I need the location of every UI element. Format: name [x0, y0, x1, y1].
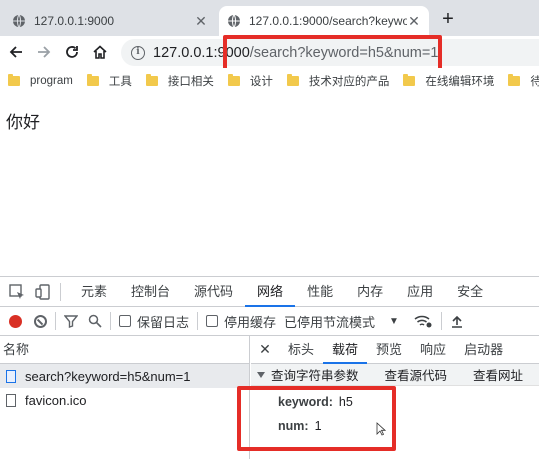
device-toolbar-icon[interactable] — [34, 283, 52, 301]
wifi-settings-icon[interactable] — [413, 313, 433, 329]
folder-icon — [286, 74, 299, 86]
globe-icon — [13, 14, 25, 28]
page-greeting: 你好 — [6, 113, 40, 132]
query-param-row: num: 1 — [251, 414, 539, 438]
bookmark-folder[interactable]: 技术对应的产品 — [286, 73, 389, 89]
divider — [197, 312, 199, 330]
bookmark-folder[interactable]: 接口相关 — [145, 73, 214, 89]
dropdown-arrow-icon: ▼ — [389, 315, 399, 327]
info-icon[interactable]: i — [131, 45, 145, 60]
document-icon — [6, 369, 16, 383]
folder-icon — [8, 74, 20, 86]
bookmark-folder[interactable]: 设计 — [227, 73, 273, 89]
param-key: num: — [278, 419, 309, 433]
folder-icon — [403, 74, 416, 86]
param-key: keyword: — [278, 395, 333, 409]
request-row[interactable]: search?keyword=h5&num=1 — [0, 364, 249, 388]
close-icon[interactable]: ✕ — [251, 341, 279, 358]
query-param-row: keyword: h5 — [251, 390, 539, 414]
browser-tab-2[interactable]: 127.0.0.1:9000/search?keyword ✕ — [219, 6, 429, 36]
divider — [55, 312, 56, 330]
query-params-section-header[interactable]: 查询字符串参数 查看源代码 查看网址 — [251, 364, 539, 386]
reload-button[interactable] — [60, 40, 84, 64]
url-host: 127.0.0.1:9000 — [153, 44, 250, 61]
divider — [60, 282, 61, 301]
tab-sources[interactable]: 源代码 — [182, 277, 245, 307]
view-source-link[interactable]: 查看源代码 — [385, 365, 448, 384]
file-icon — [6, 393, 16, 407]
tab-payload[interactable]: 载荷 — [323, 336, 368, 364]
browser-tab-1[interactable]: 127.0.0.1:9000 ✕ — [4, 6, 216, 36]
page-content: 你好 — [0, 94, 539, 276]
close-tab-icon[interactable]: ✕ — [194, 13, 208, 30]
bookmarks-bar: program 工具 接口相关 设计 技术对应的产品 在线编辑环境 待整理 — [0, 68, 539, 94]
reload-icon — [66, 46, 78, 58]
folder-icon — [145, 74, 158, 86]
record-icon[interactable] — [9, 314, 22, 328]
request-row[interactable]: favicon.ico — [0, 388, 249, 412]
tab-title: 127.0.0.1:9000 — [34, 14, 115, 28]
folder-icon — [227, 74, 240, 86]
inspect-element-icon[interactable] — [8, 283, 26, 301]
divider — [110, 312, 111, 330]
network-controls: 保留日志 停用缓存 已停用节流模式 ▼ — [0, 307, 539, 336]
section-title: 查询字符串参数 — [271, 369, 359, 383]
browser-toolbar: i 127.0.0.1:9000/search?keyword=h5&num=1 — [0, 36, 539, 68]
tab-strip: 127.0.0.1:9000 ✕ 127.0.0.1:9000/search?k… — [0, 0, 539, 36]
tab-title: 127.0.0.1:9000/search?keyword — [249, 14, 407, 28]
url-path: /search?keyword=h5&num=1 — [249, 44, 439, 61]
tab-response[interactable]: 响应 — [411, 336, 455, 364]
bookmark-folder[interactable]: 待整理 — [508, 73, 539, 89]
column-header-name[interactable]: 名称 — [0, 336, 249, 364]
request-list: 名称 search?keyword=h5&num=1 favicon.ico — [0, 336, 250, 459]
divider — [440, 312, 442, 330]
bookmark-folder[interactable]: program — [8, 74, 73, 87]
devtools-panel: 元素 控制台 源代码 网络 性能 内存 应用 安全 保留日志 停用缓存 已停用节… — [0, 276, 539, 459]
tab-console[interactable]: 控制台 — [119, 277, 182, 307]
checkbox[interactable] — [206, 315, 219, 327]
search-icon[interactable] — [88, 314, 102, 328]
tab-headers[interactable]: 标头 — [279, 336, 323, 364]
home-icon — [93, 45, 107, 59]
tab-network[interactable]: 网络 — [245, 277, 296, 307]
bookmark-folder[interactable]: 工具 — [86, 73, 132, 89]
disable-cache-checkbox[interactable]: 停用缓存 — [206, 312, 276, 331]
request-detail: ✕ 标头 载荷 预览 响应 启动器 查询字符串参数 查看源代码 查看网址 key… — [251, 336, 539, 459]
view-url-encoded-link[interactable]: 查看网址 — [473, 365, 523, 384]
tab-security[interactable]: 安全 — [445, 277, 495, 307]
home-button[interactable] — [88, 40, 112, 64]
mouse-cursor-icon — [376, 422, 386, 436]
globe-icon — [228, 14, 240, 28]
bookmark-folder[interactable]: 在线编辑环境 — [403, 73, 494, 89]
clear-icon[interactable] — [34, 314, 47, 328]
forward-button[interactable] — [32, 40, 56, 64]
param-value: 1 — [314, 419, 322, 433]
tab-performance[interactable]: 性能 — [295, 277, 345, 307]
tab-application[interactable]: 应用 — [395, 277, 445, 307]
new-tab-button[interactable]: + — [437, 8, 459, 30]
throttling-select[interactable]: 已停用节流模式 ▼ — [284, 312, 399, 331]
arrow-left-icon — [9, 46, 22, 58]
tab-elements[interactable]: 元素 — [69, 277, 119, 307]
checkbox[interactable] — [119, 315, 131, 327]
tab-memory[interactable]: 内存 — [345, 277, 395, 307]
devtools-tab-bar: 元素 控制台 源代码 网络 性能 内存 应用 安全 — [0, 277, 539, 307]
detail-tab-bar: ✕ 标头 载荷 预览 响应 启动器 — [251, 336, 539, 364]
back-button[interactable] — [4, 40, 28, 64]
expand-triangle-icon — [257, 371, 265, 378]
arrow-right-icon — [38, 46, 51, 58]
folder-icon — [508, 74, 521, 86]
tab-initiator[interactable]: 启动器 — [455, 336, 512, 364]
preserve-log-checkbox[interactable]: 保留日志 — [119, 312, 189, 331]
upload-icon[interactable] — [450, 314, 464, 328]
tab-preview[interactable]: 预览 — [367, 336, 411, 364]
param-value: h5 — [338, 395, 353, 409]
address-bar[interactable]: i 127.0.0.1:9000/search?keyword=h5&num=1 — [121, 39, 539, 66]
filter-icon[interactable] — [64, 314, 78, 328]
close-tab-icon[interactable]: ✕ — [407, 13, 421, 30]
folder-icon — [86, 74, 99, 86]
